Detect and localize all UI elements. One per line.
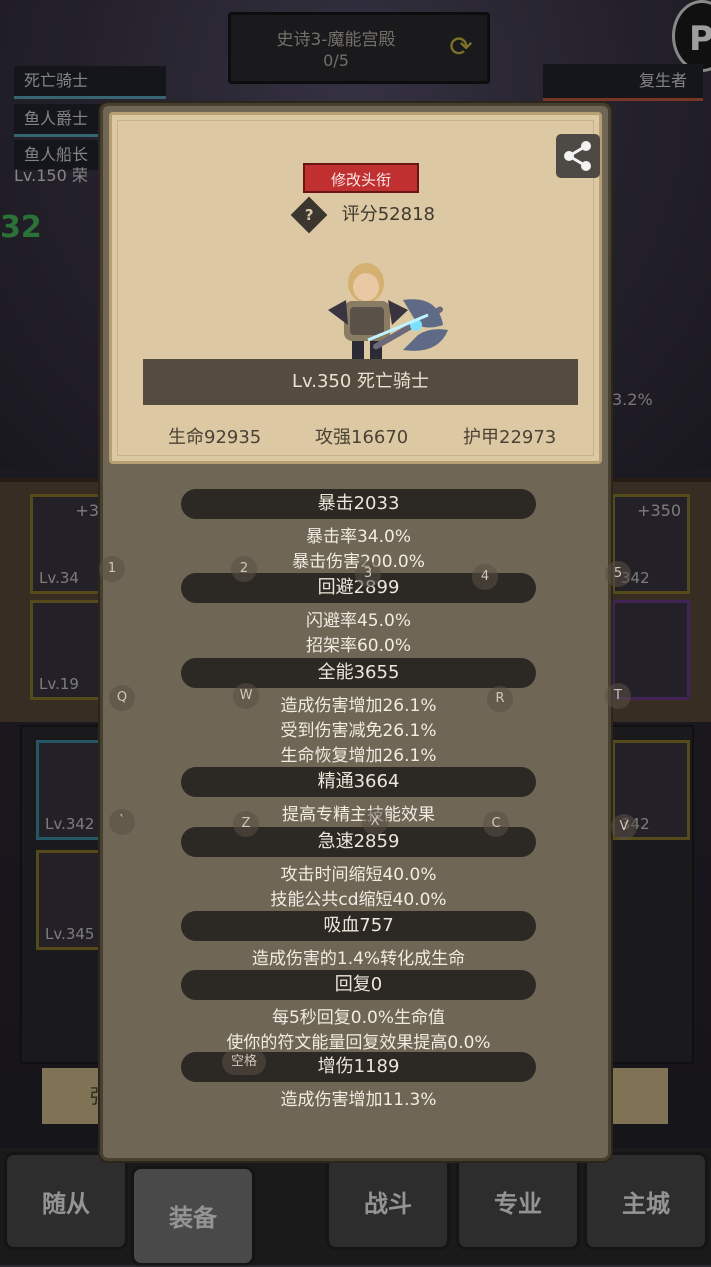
score-value: 评分52818: [341, 204, 435, 225]
stat-line: 招架率60.0%: [305, 636, 411, 656]
key-hint-r[interactable]: R: [487, 686, 513, 712]
key-hint-2[interactable]: 2: [231, 556, 257, 582]
key-hint-z[interactable]: Z: [233, 811, 259, 837]
share-icon: [564, 141, 591, 171]
attack-stat: 攻强16670: [315, 427, 409, 448]
key-hint-3[interactable]: 3: [355, 561, 381, 587]
key-hint-x[interactable]: X: [362, 809, 388, 835]
key-hint-1[interactable]: 1: [99, 556, 125, 582]
stat-versatility-header: 全能3655: [181, 658, 536, 688]
hero-stats-panel: 修改头衔 ? 评分52818 Lv.350 死亡骑士 生命92935 攻强166…: [100, 103, 611, 1161]
stat-line: 生命恢复增加26.1%: [280, 746, 437, 766]
armor-stat: 护甲22973: [463, 427, 557, 448]
stat-line: 造成伤害增加11.3%: [280, 1090, 437, 1110]
stat-line: 暴击率34.0%: [305, 527, 411, 547]
help-icon[interactable]: ?: [290, 196, 328, 234]
stat-mastery-header: 精通3664: [181, 767, 536, 797]
stat-crit-header: 暴击2033: [181, 489, 536, 519]
stat-lifesteal-header: 吸血757: [181, 911, 536, 941]
key-hint-backtick[interactable]: `: [109, 809, 135, 835]
stat-regen-header: 回复0: [181, 970, 536, 1000]
stat-line: 攻击时间缩短40.0%: [280, 865, 437, 885]
key-hint-w[interactable]: W: [233, 683, 259, 709]
stat-line: 造成伤害的1.4%转化成生命: [251, 949, 466, 969]
stat-line: 提高专精主技能效果: [282, 805, 435, 825]
stat-haste-header: 急速2859: [181, 827, 536, 857]
stat-line: 闪避率45.0%: [305, 611, 411, 631]
stat-line: 造成伤害增加26.1%: [280, 696, 437, 716]
key-hint-5[interactable]: 5: [605, 561, 631, 587]
hp-stat: 生命92935: [168, 427, 262, 448]
key-hint-4[interactable]: 4: [472, 564, 498, 590]
hero-card: 修改头衔 ? 评分52818 Lv.350 死亡骑士 生命92935 攻强166…: [109, 112, 602, 464]
basic-stats-row: 生命92935 攻强16670 护甲22973: [112, 423, 605, 453]
stat-line: 每5秒回复0.0%生命值: [271, 1008, 445, 1028]
key-hint-t[interactable]: T: [605, 683, 631, 709]
stat-line: 技能公共cd缩短40.0%: [270, 890, 447, 910]
death-knight-portrait: [328, 263, 448, 365]
key-hint-q[interactable]: Q: [109, 685, 135, 711]
key-hint-c[interactable]: C: [483, 811, 509, 837]
score-row: ? 评分52818: [290, 196, 435, 234]
stat-line: 使你的符文能量回复效果提高0.0%: [226, 1033, 491, 1053]
stat-line: 受到伤害减免26.1%: [280, 721, 437, 741]
key-hint-space[interactable]: 空格: [222, 1049, 266, 1075]
key-hint-v[interactable]: V: [611, 814, 637, 840]
hero-name-band: Lv.350 死亡骑士: [143, 359, 578, 405]
edit-title-button[interactable]: 修改头衔: [303, 163, 419, 193]
share-button[interactable]: [556, 134, 600, 178]
